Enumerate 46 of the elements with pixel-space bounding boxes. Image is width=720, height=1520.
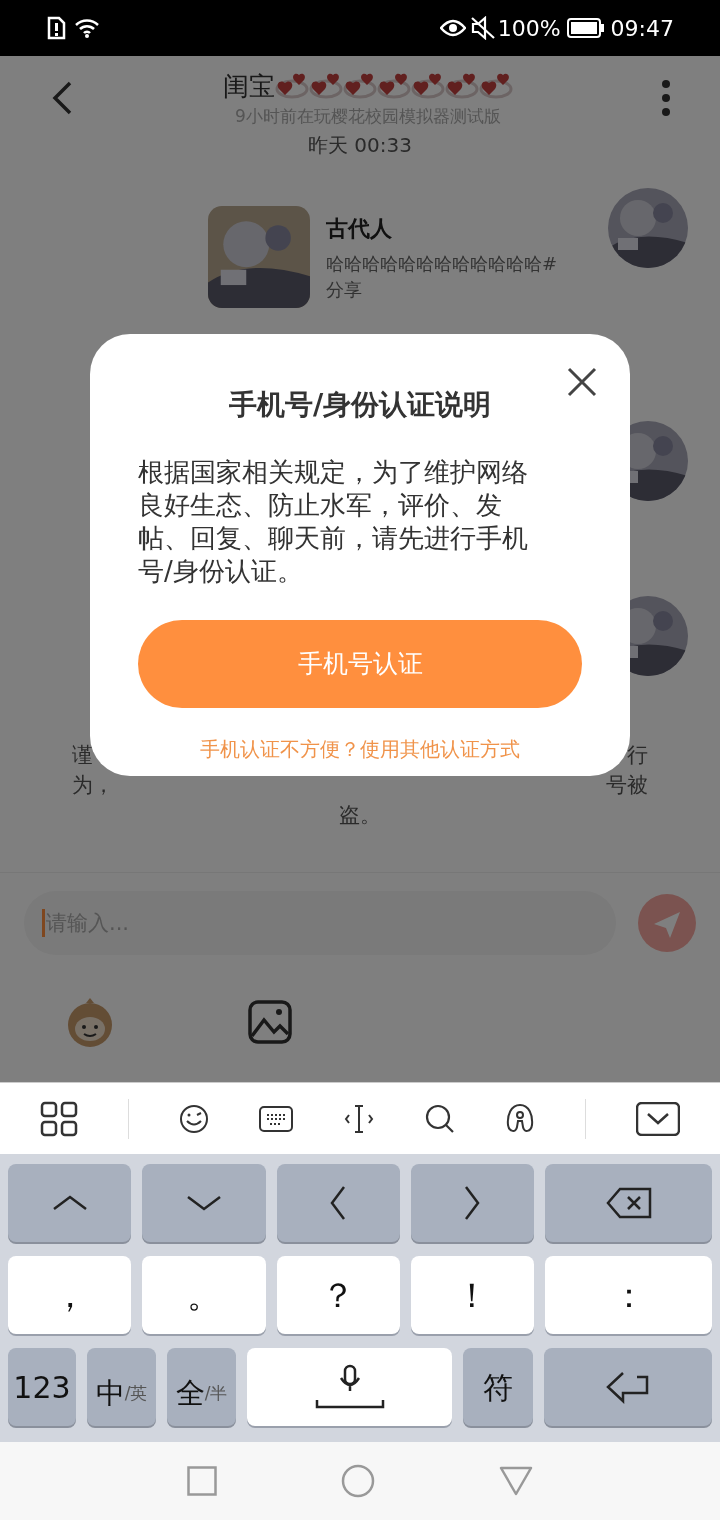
symbol-key[interactable]: 符 xyxy=(463,1348,533,1426)
post-title: 古代人 xyxy=(326,215,393,243)
notice-text: 谨 xyxy=(72,742,93,769)
post-text: 哈哈哈哈哈哈哈哈哈哈哈哈#分享 xyxy=(326,252,559,302)
eye-icon xyxy=(439,18,466,38)
clock: 09:47 xyxy=(610,14,674,43)
notice-text: 行 xyxy=(627,742,648,769)
recent-apps-icon[interactable] xyxy=(187,1466,217,1496)
close-icon[interactable] xyxy=(567,367,597,397)
cursor-icon[interactable] xyxy=(343,1103,375,1134)
battery-icon xyxy=(566,18,605,38)
punctuation-key[interactable]: 。 xyxy=(142,1256,266,1334)
caret-down-icon xyxy=(185,1195,222,1211)
hide-keyboard-icon[interactable] xyxy=(636,1101,680,1136)
search-icon[interactable] xyxy=(425,1103,455,1134)
image-icon[interactable] xyxy=(248,1000,292,1044)
backspace-key[interactable] xyxy=(545,1164,712,1242)
message-timestamp: 昨天 00:33 xyxy=(308,132,412,159)
home-icon[interactable] xyxy=(341,1464,375,1498)
punctuation-key[interactable]: ： xyxy=(545,1256,712,1334)
dialog-title: 手机号/身份认证说明 xyxy=(228,387,492,423)
keyboard-icon[interactable] xyxy=(259,1105,293,1132)
punctuation-key[interactable]: ！ xyxy=(410,1256,534,1334)
punctuation-key[interactable]: ？ xyxy=(276,1256,400,1334)
notice-text: 盗。 xyxy=(339,802,381,829)
back-nav-icon[interactable] xyxy=(499,1466,533,1496)
return-icon xyxy=(605,1369,651,1405)
caret-up-icon xyxy=(51,1195,88,1211)
symbol-key[interactable]: 123 xyxy=(8,1348,76,1426)
wifi-icon xyxy=(74,17,100,39)
dialog-body: 根据国家相关规定，为了维护网络良好生态、防止水军，评价、发帖、回复、聊天前，请先进行手机号/身份认证。 xyxy=(138,456,529,588)
notice-text: 号被 xyxy=(606,772,648,799)
more-icon[interactable] xyxy=(662,80,670,116)
notice-text: 为， xyxy=(72,772,114,799)
microphone-icon xyxy=(314,1364,385,1410)
back-icon[interactable] xyxy=(50,80,74,116)
punctuation-key[interactable]: ， xyxy=(8,1256,132,1334)
chat-title: 闺宝 xyxy=(223,69,275,103)
person-icon[interactable] xyxy=(505,1102,535,1135)
space-key[interactable] xyxy=(247,1348,452,1426)
emoji-icon[interactable] xyxy=(179,1103,209,1134)
apps-grid-icon[interactable] xyxy=(40,1100,78,1137)
mute-icon xyxy=(469,16,496,40)
sim-alert-icon xyxy=(46,16,66,40)
battery-percent: 100% xyxy=(497,14,561,43)
backspace-icon xyxy=(605,1187,652,1219)
